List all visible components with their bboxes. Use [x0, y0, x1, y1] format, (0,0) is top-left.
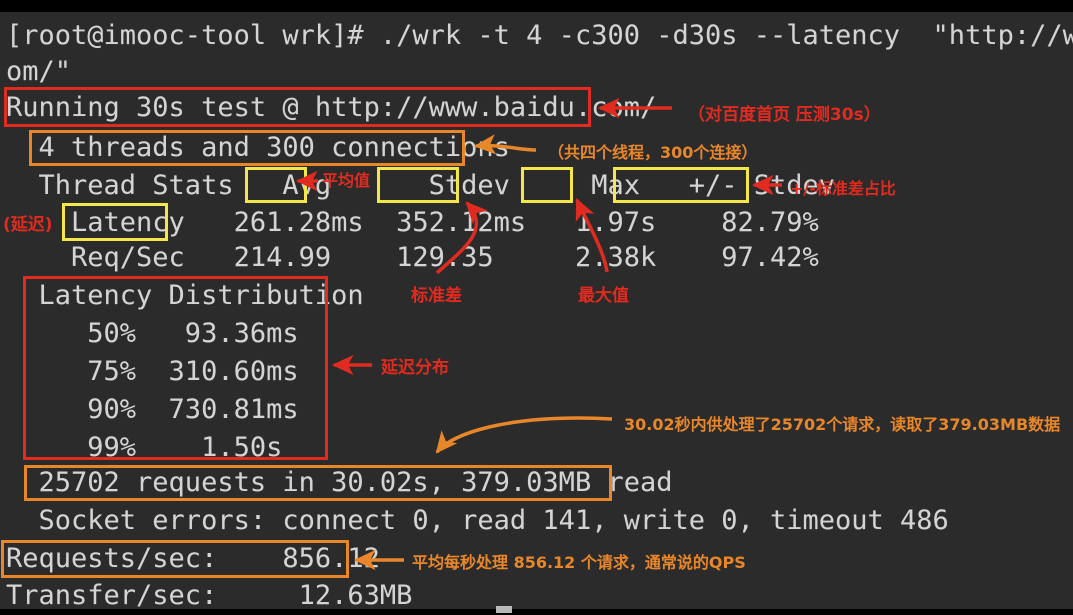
- terminal-screenshot: [root@imooc-tool wrk]# ./wrk -t 4 -c300 …: [0, 0, 1073, 615]
- annotation-distribution-note: 延迟分布: [381, 358, 449, 378]
- terminal-line-transfer-sec: Transfer/sec: 12.63MB: [6, 580, 413, 611]
- terminal-line-command: [root@imooc-tool wrk]# ./wrk -t 4 -c300 …: [6, 20, 1073, 51]
- terminal-line-reqsec: Req/Sec 214.99 129.35 2.38k 97.42%: [6, 242, 819, 273]
- highlight-box-avg: [245, 167, 307, 203]
- annotation-avg-note: 平均值: [322, 171, 371, 190]
- highlight-box-requests-sec: [1, 540, 349, 578]
- highlight-box-distribution: [23, 276, 328, 460]
- terminal-line-socket-errors: Socket errors: connect 0, read 141, writ…: [6, 505, 949, 536]
- annotation-threads-note: （共四个线程，300个连接）: [548, 143, 758, 162]
- highlight-box-running: [4, 87, 591, 127]
- annotation-qps-note: 平均每秒处理 856.12 个请求，通常说的QPS: [412, 553, 746, 572]
- annotation-stdev-note: 标准差: [411, 286, 462, 306]
- highlight-box-threads: [29, 130, 465, 166]
- annotation-pm-stdev-note: +/-标准差占比: [790, 179, 896, 198]
- annotation-running-note: （对百度首页 压测30s）: [688, 105, 881, 125]
- highlight-box-requests: [24, 465, 612, 501]
- terminal-line-command-wrap: om/": [6, 56, 72, 87]
- annotation-requests-note: 30.02秒内供处理了25702个请求，读取了379.03MB数据: [624, 415, 1061, 434]
- annotation-max-note: 最大值: [578, 286, 629, 306]
- highlight-box-pm-stdev: [613, 167, 749, 203]
- annotation-latency-note: (延迟): [3, 215, 53, 235]
- highlight-box-latency-label: [62, 203, 168, 241]
- highlight-box-stdev: [377, 167, 459, 203]
- terminal-cursor: [496, 606, 512, 613]
- highlight-box-max: [521, 167, 573, 203]
